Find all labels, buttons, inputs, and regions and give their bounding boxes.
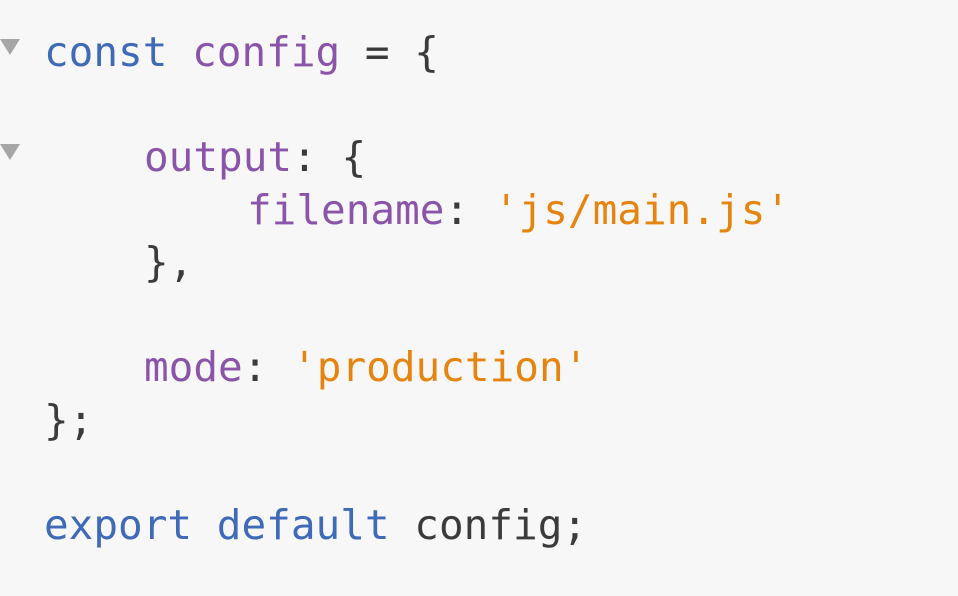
code-text-line-7: mode: 'production' [44, 341, 588, 394]
colon: : [444, 185, 494, 234]
code-text-line-1: const config = { [44, 26, 439, 79]
fold-triangle-down-icon[interactable] [0, 144, 20, 160]
keyword-default: default [216, 500, 390, 549]
code-area[interactable]: const config = { output: { filename: 'js… [0, 26, 958, 551]
gutter-line-1 [0, 26, 28, 79]
code-text-line-5: }, [44, 236, 193, 289]
identifier-config-export: config [414, 500, 563, 549]
code-text-line-8: }; [44, 394, 93, 447]
code-line-1: const config = { [0, 26, 958, 79]
code-line-4: filename: 'js/main.js' [0, 184, 958, 237]
code-editor[interactable]: const config = { output: { filename: 'js… [0, 0, 958, 596]
close-brace-comma: }, [144, 238, 194, 286]
fold-triangle-down-icon[interactable] [0, 39, 20, 55]
assignment-brace: = { [340, 28, 439, 76]
code-line-10: export default config; [0, 499, 958, 552]
code-line-8: }; [0, 394, 958, 447]
colon-brace: : { [292, 133, 367, 181]
code-text-line-4: filename: 'js/main.js' [44, 184, 790, 237]
close-brace-semicolon: }; [44, 395, 94, 444]
code-line-7: mode: 'production' [0, 341, 958, 394]
identifier-config: config [192, 28, 341, 76]
property-filename: filename [247, 185, 445, 234]
property-mode: mode [144, 343, 243, 391]
colon: : [242, 343, 293, 391]
keyword-const: const [44, 28, 168, 76]
code-text-line-10: export default config; [44, 499, 587, 552]
semicolon: ; [562, 500, 588, 549]
code-line-3: output: { [0, 131, 958, 184]
keyword-export: export [44, 500, 193, 549]
property-output: output [144, 133, 293, 181]
code-text-line-3: output: { [44, 131, 366, 184]
code-line-5: }, [0, 236, 958, 289]
string-mode-value: 'production' [292, 343, 589, 391]
gutter-line-3 [0, 131, 28, 184]
string-filename-value: 'js/main.js' [493, 185, 791, 234]
